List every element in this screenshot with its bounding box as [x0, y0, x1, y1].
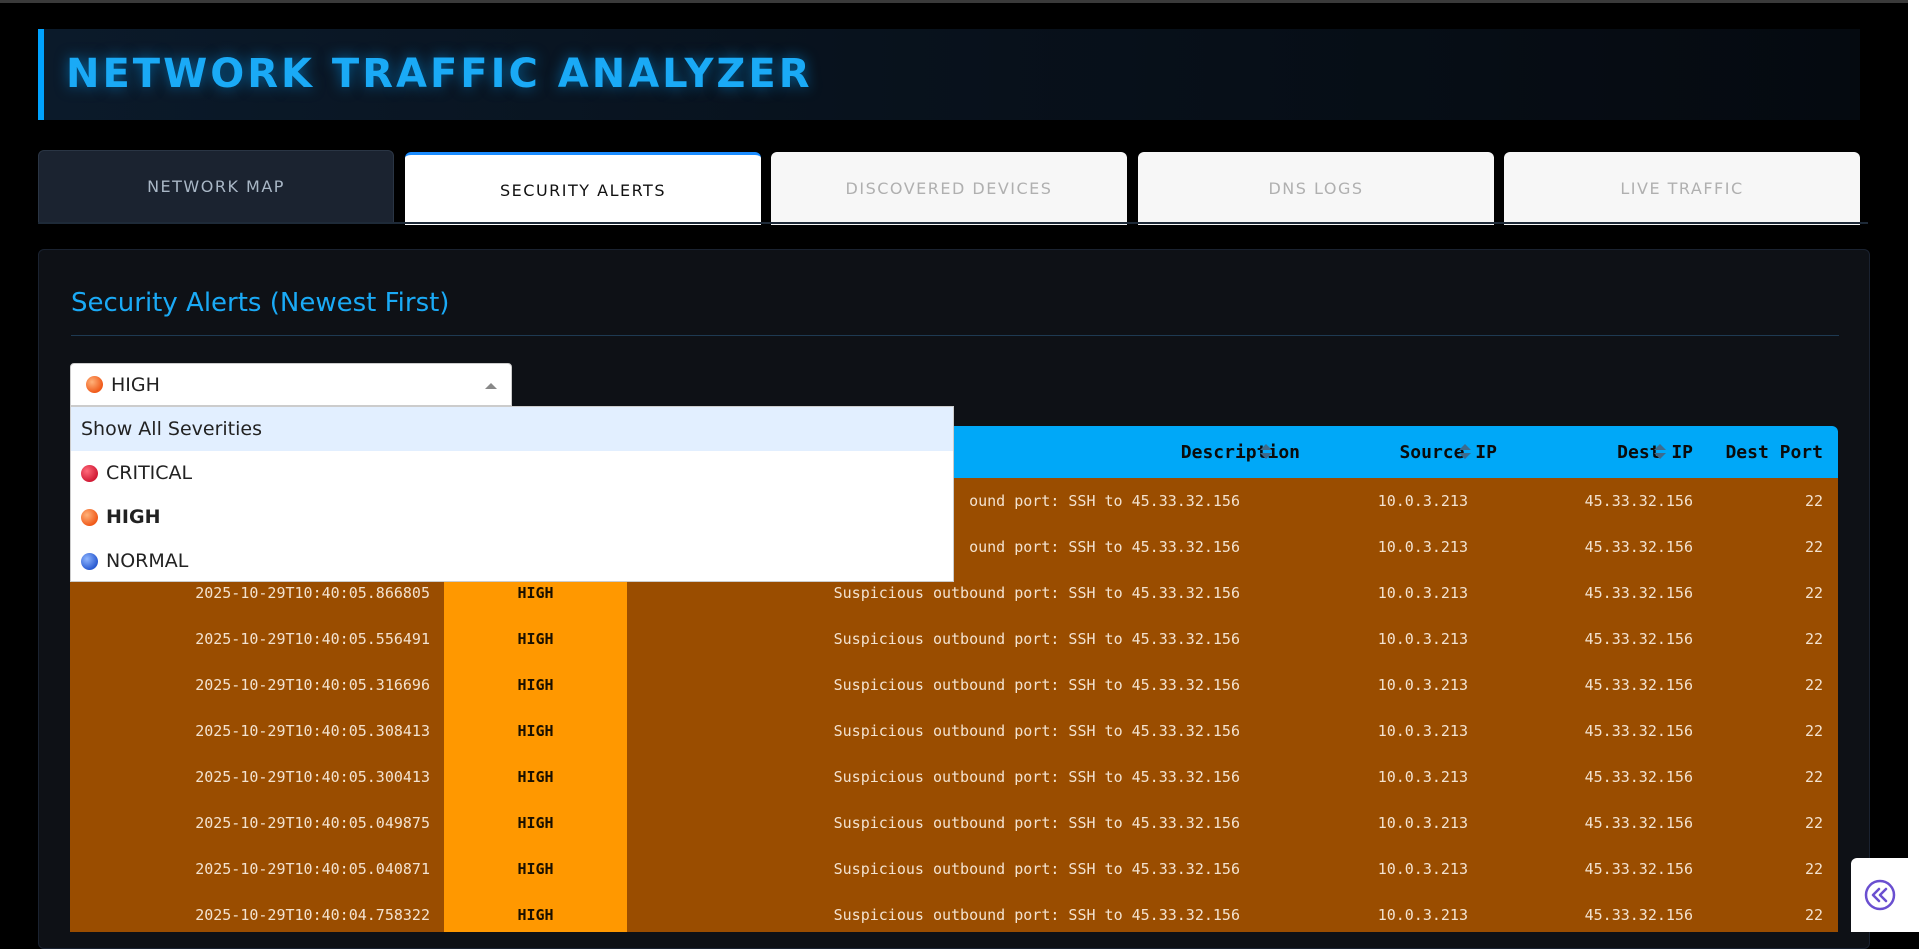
window-top-border	[0, 0, 1919, 3]
column-label: Source IP	[1399, 441, 1497, 463]
tab-underline	[38, 222, 1868, 224]
cell-dest-port: 22	[1804, 906, 1823, 924]
tab-security-alerts[interactable]: SECURITY ALERTS	[405, 152, 761, 225]
cell-description: Suspicious outbound port: SSH to 45.33.3…	[833, 722, 1240, 740]
cell-dest-ip: 45.33.32.156	[1584, 906, 1693, 924]
cell-description: Suspicious outbound port: SSH to 45.33.3…	[833, 768, 1240, 786]
column-header-dest-port[interactable]: Dest Port	[1670, 426, 1823, 478]
cell-timestamp: 2025-10-29T10:40:05.556491	[195, 630, 430, 648]
cell-timestamp: 2025-10-29T10:40:05.049875	[195, 814, 430, 832]
app-title: NETWORK TRAFFIC ANALYZER	[66, 51, 813, 97]
app-header: NETWORK TRAFFIC ANALYZER	[38, 29, 1860, 120]
cell-dest-port: 22	[1804, 676, 1823, 694]
cell-source-ip: 10.0.3.213	[1377, 492, 1468, 510]
table-row[interactable]: 2025-10-29T10:40:05.040871 HIGH Suspicious…	[70, 846, 1838, 892]
normal-dot-icon	[81, 552, 98, 570]
option-label: Show All Severities	[81, 418, 262, 440]
cell-dest-port: 22	[1804, 538, 1823, 556]
table-row[interactable]: 2025-10-29T10:40:05.316696 HIGH Suspicious…	[70, 662, 1838, 708]
cell-source-ip: 10.0.3.213	[1377, 814, 1468, 832]
cell-dest-ip: 45.33.32.156	[1584, 722, 1693, 740]
severity-filter-value: HIGH	[111, 373, 160, 396]
tab-dns-logs[interactable]: DNS LOGS	[1138, 152, 1494, 225]
cell-dest-port: 22	[1804, 584, 1823, 602]
tab-discovered-devices[interactable]: DISCOVERED DEVICES	[771, 152, 1127, 225]
severity-dropdown-menu: Show All Severities CRITICAL HIGH NORMAL	[70, 406, 954, 582]
cell-description: Suspicious outbound port: SSH to 45.33.3…	[833, 676, 1240, 694]
right-edge-strip	[1908, 0, 1919, 932]
cell-severity: HIGH	[517, 860, 554, 878]
cell-source-ip: 10.0.3.213	[1377, 584, 1468, 602]
cell-timestamp: 2025-10-29T10:40:05.300413	[195, 768, 430, 786]
caret-up-icon	[485, 383, 497, 389]
cell-dest-port: 22	[1804, 492, 1823, 510]
cell-dest-ip: 45.33.32.156	[1584, 814, 1693, 832]
cell-source-ip: 10.0.3.213	[1377, 722, 1468, 740]
cell-source-ip: 10.0.3.213	[1377, 860, 1468, 878]
double-chevron-left-icon	[1864, 879, 1896, 911]
cell-description: Suspicious outbound port: SSH to 45.33.3…	[833, 860, 1240, 878]
panel-divider	[71, 335, 1839, 336]
tab-bar: NETWORK MAP SECURITY ALERTS DISCOVERED D…	[38, 150, 1868, 225]
panel-title: Security Alerts (Newest First)	[71, 288, 450, 318]
option-label: CRITICAL	[106, 462, 193, 484]
cell-source-ip: 10.0.3.213	[1377, 768, 1468, 786]
cell-description: Suspicious outbound port: SSH to 45.33.3…	[833, 814, 1240, 832]
cell-dest-port: 22	[1804, 814, 1823, 832]
cell-description: Suspicious outbound port: SSH to 45.33.3…	[833, 630, 1240, 648]
sort-icon[interactable]	[1654, 444, 1666, 460]
option-normal[interactable]: NORMAL	[71, 539, 953, 583]
high-dot-icon	[86, 376, 103, 393]
tab-network-map[interactable]: NETWORK MAP	[38, 150, 394, 223]
column-label: Dest Port	[1725, 441, 1823, 463]
cell-source-ip: 10.0.3.213	[1377, 906, 1468, 924]
cell-dest-ip: 45.33.32.156	[1584, 768, 1693, 786]
cell-dest-port: 22	[1804, 860, 1823, 878]
collapse-panel-button[interactable]	[1851, 858, 1909, 932]
cell-severity: HIGH	[517, 630, 554, 648]
cell-source-ip: 10.0.3.213	[1377, 676, 1468, 694]
cell-timestamp: 2025-10-29T10:40:05.308413	[195, 722, 430, 740]
option-label: NORMAL	[106, 550, 189, 572]
critical-dot-icon	[81, 464, 98, 482]
cell-timestamp: 2025-10-29T10:40:05.316696	[195, 676, 430, 694]
column-label: Description	[1180, 441, 1300, 463]
cell-severity: HIGH	[517, 768, 554, 786]
cell-dest-ip: 45.33.32.156	[1584, 538, 1693, 556]
cell-timestamp: 2025-10-29T10:40:04.758322	[195, 906, 430, 924]
sort-icon[interactable]	[1260, 444, 1272, 460]
high-dot-icon	[81, 508, 98, 526]
cell-dest-ip: 45.33.32.156	[1584, 584, 1693, 602]
cell-severity: HIGH	[517, 814, 554, 832]
table-row[interactable]: 2025-10-29T10:40:05.049875 HIGH Suspicious…	[70, 800, 1838, 846]
cell-source-ip: 10.0.3.213	[1377, 630, 1468, 648]
tab-live-traffic[interactable]: LIVE TRAFFIC	[1504, 152, 1860, 225]
cell-severity: HIGH	[517, 906, 554, 924]
option-critical[interactable]: CRITICAL	[71, 451, 953, 495]
cell-timestamp: 2025-10-29T10:40:05.040871	[195, 860, 430, 878]
table-row[interactable]: 2025-10-29T10:40:05.300413 HIGH Suspicious…	[70, 754, 1838, 800]
cell-dest-port: 22	[1804, 722, 1823, 740]
cell-severity: HIGH	[517, 676, 554, 694]
cell-dest-port: 22	[1804, 768, 1823, 786]
severity-filter-select[interactable]: HIGH	[70, 363, 512, 406]
option-high[interactable]: HIGH	[71, 495, 953, 539]
table-row[interactable]: 2025-10-29T10:40:05.308413 HIGH Suspicious…	[70, 708, 1838, 754]
cell-dest-port: 22	[1804, 630, 1823, 648]
option-show-all[interactable]: Show All Severities	[71, 407, 953, 451]
cell-description: Suspicious outbound port: SSH to 45.33.3…	[833, 906, 1240, 924]
cell-dest-ip: 45.33.32.156	[1584, 492, 1693, 510]
cell-dest-ip: 45.33.32.156	[1584, 676, 1693, 694]
cell-dest-ip: 45.33.32.156	[1584, 860, 1693, 878]
option-label: HIGH	[106, 506, 161, 528]
table-row[interactable]: 2025-10-29T10:40:05.556491 HIGH Suspicious…	[70, 616, 1838, 662]
table-row[interactable]: 2025-10-29T10:40:04.758322 HIGH Suspicious…	[70, 892, 1838, 932]
sort-icon[interactable]	[1459, 444, 1471, 460]
cell-severity: HIGH	[517, 722, 554, 740]
cell-dest-ip: 45.33.32.156	[1584, 630, 1693, 648]
cell-source-ip: 10.0.3.213	[1377, 538, 1468, 556]
column-header-description[interactable]: Description	[970, 426, 1300, 478]
